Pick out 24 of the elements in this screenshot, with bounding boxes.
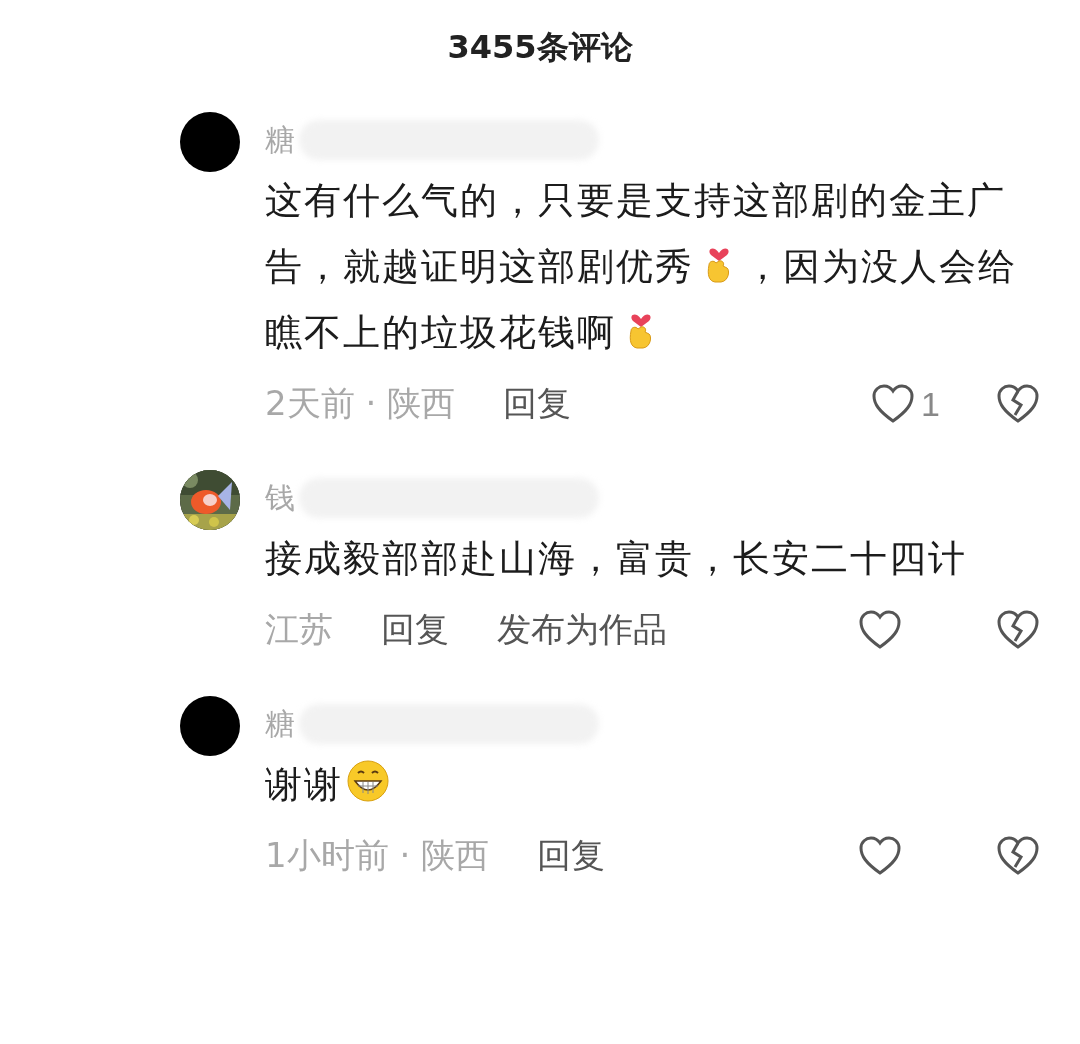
dislike-button[interactable]: [996, 835, 1040, 877]
comment-text: 接成毅部部赴山海，富贵，长安二十四计: [265, 536, 968, 582]
comment-count-title: 3455条评论: [447, 27, 633, 68]
broken-heart-icon: [996, 835, 1040, 877]
reply-link[interactable]: 回复: [537, 833, 606, 879]
time-location: 2天前 · 陕西: [265, 382, 456, 425]
heart-icon[interactable]: [858, 835, 902, 877]
heart-icon[interactable]: [871, 383, 916, 425]
broken-heart-icon: [996, 609, 1040, 651]
heart-icon[interactable]: [858, 609, 902, 651]
reply-link[interactable]: 回复: [381, 607, 449, 653]
time-location: 江苏: [265, 608, 333, 651]
time-location: 1小时前 · 陕西: [265, 834, 490, 877]
reply-link[interactable]: 回复: [503, 381, 572, 427]
dislike-button[interactable]: [996, 609, 1040, 651]
broken-heart-icon: [996, 383, 1040, 425]
publish-link[interactable]: 发布为作品: [497, 607, 667, 653]
comment-text: 这有什么气的，只要是支持这部剧的金主广告，就越证明这部剧优秀 ，因为没人会给瞧不上的垃圾花钱啊: [265, 178, 1018, 356]
avatar[interactable]: [180, 696, 240, 756]
avatar[interactable]: [180, 112, 240, 172]
like-count: 1: [921, 384, 940, 424]
comment-text: 谢谢: [265, 752, 1040, 818]
grinning-face-icon: [346, 759, 390, 803]
dislike-button[interactable]: [996, 383, 1040, 425]
